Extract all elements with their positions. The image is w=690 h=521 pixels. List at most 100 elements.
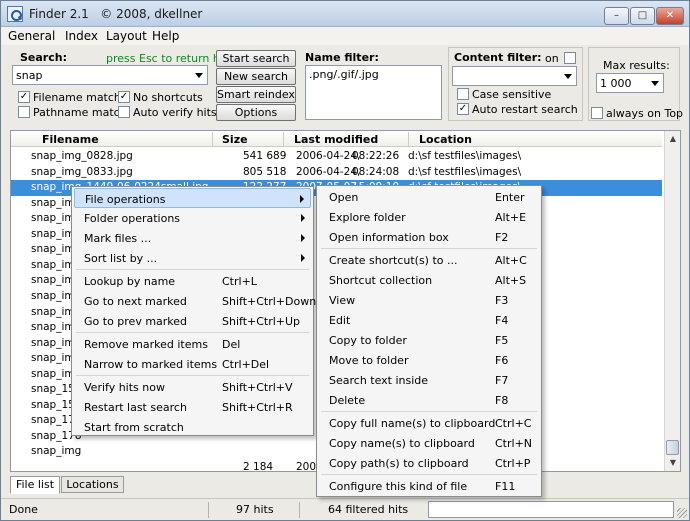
new-search-button[interactable]: New search [216,68,296,85]
column-last-modified[interactable]: Last modified [294,133,378,146]
submenu-item-shortcut: F11 [495,480,516,493]
content-filter-input[interactable] [452,66,577,86]
submenu-item-shortcut: F6 [495,354,509,367]
submenu-item[interactable]: Copy path(s) to clipboard Ctrl+P [319,453,539,473]
auto-restart-label: Auto restart search [472,103,578,116]
always-on-top-checkbox[interactable] [591,107,603,119]
title-bar[interactable]: Finder 2.1 © 2008, dkellner – □ ✕ [1,1,689,27]
max-results-label: Max results: [603,59,670,72]
submenu-item[interactable]: Copy full name(s) to clipboard Ctrl+C [319,413,539,433]
maximize-icon[interactable]: □ [630,7,655,25]
context-menu-item[interactable]: Go to next marked Shift+Ctrl+Down [74,291,316,311]
chevron-down-icon[interactable] [651,81,659,86]
submenu-item-shortcut: F4 [495,314,509,327]
name-filter-input[interactable]: .png/.gif/.jpg [305,65,442,120]
context-menu-item[interactable]: File operations [74,188,311,208]
submenu-item[interactable]: Explore folder Alt+E [319,207,539,227]
submenu-item-label: Explore folder [329,211,406,224]
submenu-item[interactable]: Create shortcut(s) to ... Alt+C [319,250,539,270]
auto-verify-checkbox[interactable] [118,106,130,118]
tab-file-list[interactable]: File list [10,476,60,494]
menu-help[interactable]: Help [152,29,179,43]
scroll-down-icon[interactable]: ▼ [666,456,680,470]
submenu-item-shortcut: Alt+E [495,211,527,224]
submenu-item-label: Create shortcut(s) to ... [329,254,458,267]
cell-size: 2 184 [243,461,274,472]
cell-date: 2006-04-24, [296,165,361,178]
status-bar: Done 97 hits 64 filtered hits [1,498,689,520]
cell-filename: snap_img_0828.jpg [31,150,133,162]
name-filter-label: Name filter: [305,51,379,64]
context-menu-item-shortcut: Shift+Ctrl+V [222,381,293,394]
scroll-thumb[interactable] [666,440,679,455]
chevron-down-icon[interactable] [195,73,203,78]
submenu-item-shortcut: Ctrl+N [495,437,533,450]
status-hits: 97 hits [236,503,274,516]
context-menu-item[interactable]: Sort list by ... [74,248,311,268]
submenu-item[interactable]: Copy name(s) to clipboard Ctrl+N [319,433,539,453]
context-menu-item[interactable]: Start from scratch [74,417,311,437]
submenu-item[interactable]: Move to folder F6 [319,350,539,370]
submenu-item[interactable]: Shortcut collection Alt+S [319,270,539,290]
close-icon[interactable]: ✕ [656,7,684,25]
submenu-item[interactable]: Open Enter [319,187,539,207]
context-menu-item[interactable]: Narrow to marked items Ctrl+Del [74,354,311,374]
submenu-item-shortcut: Alt+S [495,274,527,287]
auto-restart-checkbox[interactable]: ✓ [457,103,469,115]
context-menu-item[interactable]: Go to prev marked Shift+Ctrl+Up [74,311,311,331]
submenu-item[interactable]: Open information box F2 [319,227,539,247]
smart-reindex-button[interactable]: Smart reindex [216,86,296,103]
filename-match-checkbox[interactable]: ✓ [18,91,30,103]
search-input[interactable]: snap [12,65,208,85]
start-search-button[interactable]: Start search [216,50,296,67]
menu-separator [321,248,537,249]
options-button[interactable]: Options [216,104,296,121]
minimize-icon[interactable]: – [604,7,629,25]
content-filter-on-checkbox[interactable] [564,52,576,64]
context-menu-item[interactable]: Lookup by name Ctrl+L [74,271,311,291]
pathname-match-checkbox[interactable] [18,106,30,118]
menu-index[interactable]: Index [65,29,98,43]
app-magnifier-icon [7,6,23,22]
submenu-item[interactable]: Delete F8 [319,390,539,410]
context-menu-item[interactable]: Mark files ... [74,228,311,248]
submenu-arrow-icon [300,195,304,203]
column-size[interactable]: Size [222,133,248,146]
resize-grip-icon[interactable] [677,508,687,518]
context-menu-item[interactable]: Folder operations [74,208,311,228]
submenu-item[interactable]: Search text inside F7 [319,370,539,390]
context-menu-item-shortcut: Del [222,338,241,351]
context-menu-item-shortcut: Shift+Ctrl+Down [222,295,317,308]
submenu-item-shortcut: Ctrl+P [495,457,531,470]
submenu-item[interactable]: View F3 [319,290,539,310]
menu-layout[interactable]: Layout [106,29,147,43]
context-menu-item[interactable]: Verify hits now Shift+Ctrl+V [74,377,311,397]
case-sensitive-checkbox[interactable] [457,88,469,100]
column-filename[interactable]: Filename [42,133,99,146]
search-label: Search: [20,51,67,64]
no-shortcuts-checkbox[interactable]: ✓ [118,91,130,103]
submenu-item[interactable]: Configure this kind of file F11 [319,476,539,496]
window-title: Finder 2.1 © 2008, dkellner [29,7,203,21]
search-panel: Search: press Esc to return here snap ✓ … [8,47,685,125]
chevron-down-icon[interactable] [564,74,572,79]
scroll-up-icon[interactable]: ▲ [666,132,680,146]
file-operations-submenu: Open Enter Explore folder Alt+E Open informa… [316,185,542,497]
context-menu-item-shortcut: Shift+Ctrl+Up [222,315,301,328]
submenu-item[interactable]: Edit F4 [319,310,539,330]
column-location[interactable]: Location [419,133,472,146]
max-results-select[interactable]: 1 000 [596,73,664,93]
table-row[interactable]: snap_img_0828.jpg 541 689 2006-04-24, 08:22… [11,149,662,165]
context-menu-item[interactable]: Restart last search Shift+Ctrl+R [74,397,311,417]
vertical-scrollbar[interactable]: ▲ ▼ [664,131,680,471]
cell-size: 541 689 [243,150,287,162]
case-sensitive-label: Case sensitive [472,88,552,101]
cell-time: 08:24:08 [352,165,400,178]
table-row[interactable]: snap_img_0833.jpg 805 518 2006-04-24, 08:24… [11,165,662,181]
menu-separator [76,332,309,333]
menu-bar: General Index Layout Help [1,27,689,45]
menu-general[interactable]: General [8,29,55,43]
context-menu-item[interactable]: Remove marked items Del [74,334,311,354]
tab-locations[interactable]: Locations [61,476,124,493]
submenu-item[interactable]: Copy to folder F5 [319,330,539,350]
